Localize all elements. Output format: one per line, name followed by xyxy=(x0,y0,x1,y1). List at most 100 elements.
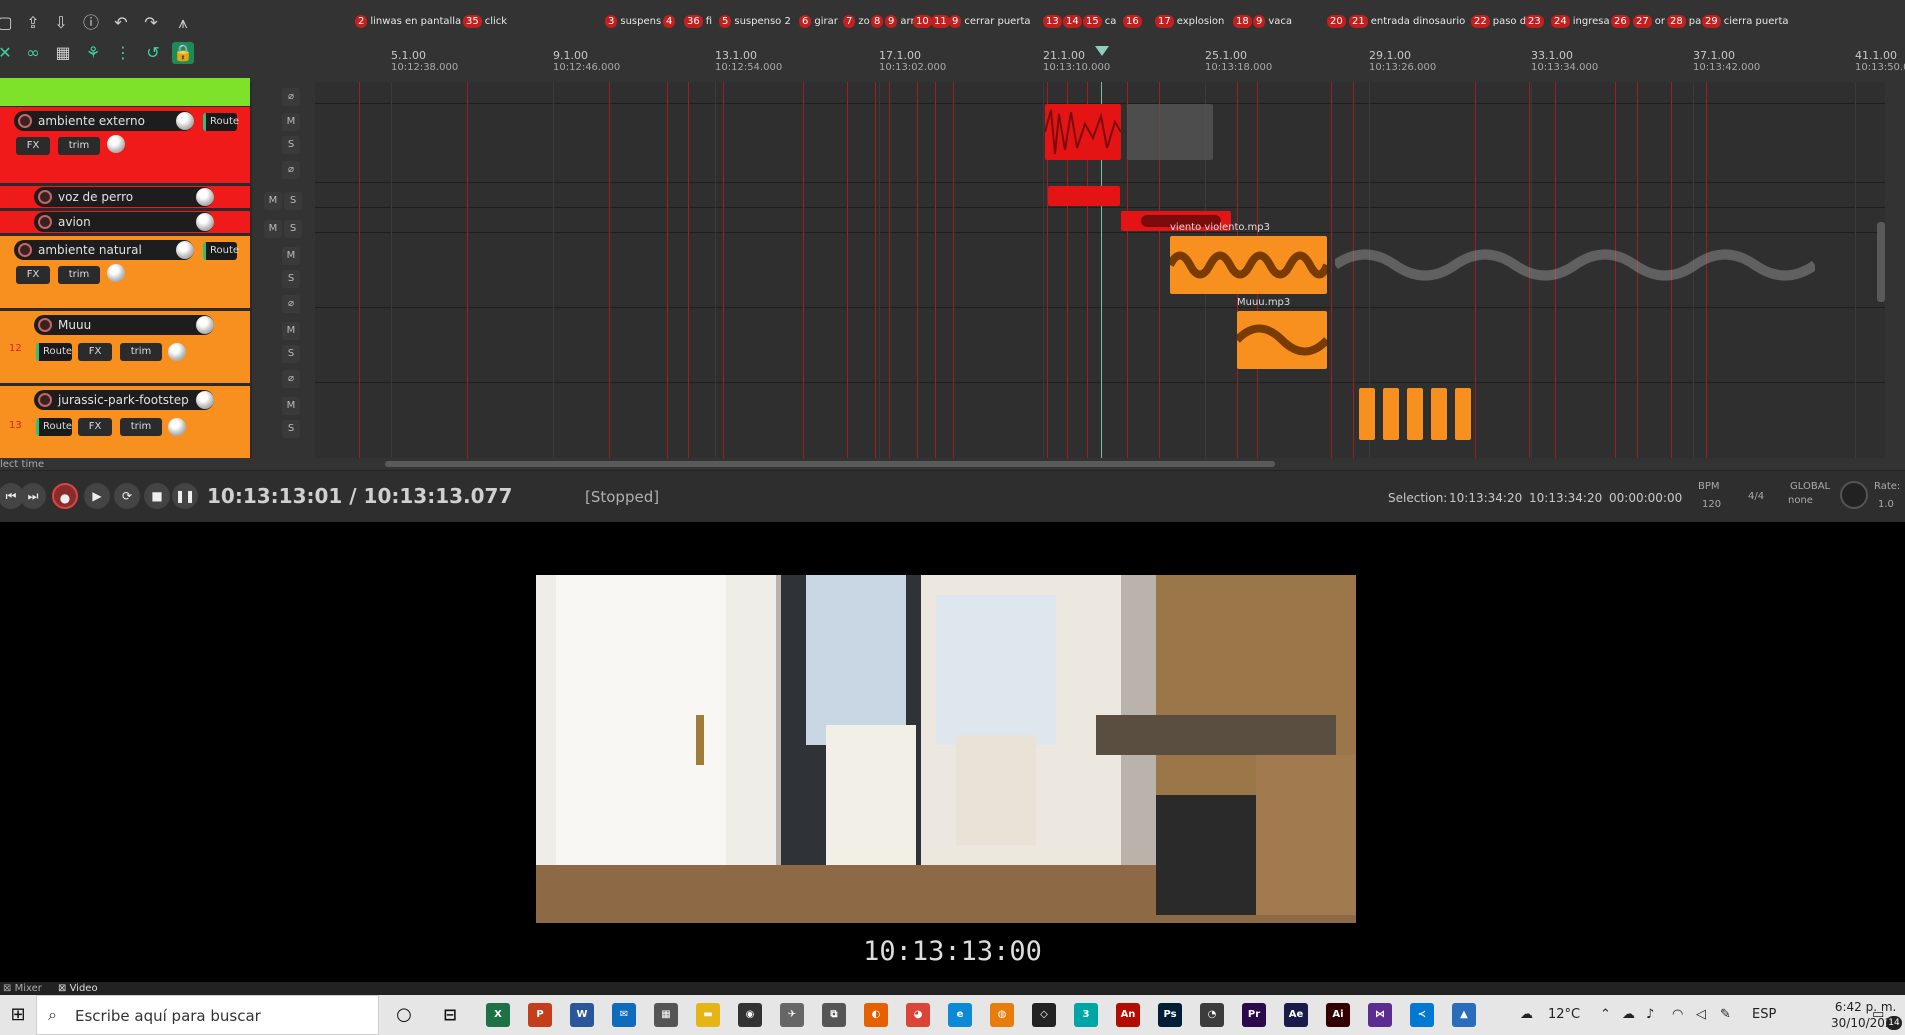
route-button[interactable]: Route xyxy=(203,242,239,260)
photoshop-icon[interactable]: Ps xyxy=(1158,1003,1182,1027)
blender-icon[interactable]: ◍ xyxy=(990,1003,1014,1027)
notifications-icon[interactable]: ▭ xyxy=(1872,995,1884,1035)
horizontal-scrollbar[interactable] xyxy=(315,458,1895,470)
save-icon[interactable]: ⇩ xyxy=(50,12,72,34)
marker[interactable]: 29 cierra puerta xyxy=(1702,14,1789,30)
fx-button[interactable]: FX xyxy=(16,137,50,155)
pen-icon[interactable]: ✎ xyxy=(1720,995,1731,1035)
group-icon[interactable]: ⚘ xyxy=(82,42,104,64)
time-signature[interactable]: 4/4 xyxy=(1748,491,1764,502)
grid-icon[interactable]: ▦ xyxy=(52,42,74,64)
onedrive-icon[interactable]: ☁ xyxy=(1622,995,1635,1035)
import-icon[interactable]: ⇪ xyxy=(22,12,44,34)
marker[interactable]: 5 suspenso 2 xyxy=(719,14,791,30)
marker[interactable]: 26 xyxy=(1611,14,1633,30)
record-arm-icon[interactable] xyxy=(38,393,52,407)
route-button[interactable]: Route xyxy=(203,113,239,131)
audio-item[interactable] xyxy=(1359,388,1375,440)
edge-icon[interactable]: e xyxy=(948,1003,972,1027)
marker[interactable]: 14 xyxy=(1063,14,1085,30)
wifi-icon[interactable]: ◠ xyxy=(1672,995,1683,1035)
record-button[interactable]: ● xyxy=(52,483,78,509)
audio-item[interactable] xyxy=(1045,104,1121,160)
mute-button[interactable]: M xyxy=(264,192,282,210)
pause-button[interactable]: ❚❚ xyxy=(172,483,198,509)
marker[interactable]: 36 fi xyxy=(684,14,712,30)
tray-chevron-icon[interactable]: ⌃ xyxy=(1600,995,1611,1035)
pan-knob[interactable] xyxy=(168,343,186,361)
marker[interactable]: 15 ca xyxy=(1083,14,1116,30)
marker[interactable]: 9 arr xyxy=(885,14,915,30)
solo-button[interactable]: S xyxy=(282,345,300,363)
track-muuu[interactable]: 12 Muuu Route FX trim xyxy=(0,311,250,383)
cortana-icon[interactable]: ○ xyxy=(392,1003,416,1027)
track-green[interactable] xyxy=(0,78,250,106)
mail-icon[interactable]: ✉ xyxy=(612,1003,636,1027)
time-display[interactable]: 10:13:13:01 / 10:13:13.077 xyxy=(207,484,512,508)
track-jurassic-park-footstep[interactable]: 13 jurassic-park-footstep Route FX trim xyxy=(0,386,250,458)
record-arm-icon[interactable] xyxy=(38,190,52,204)
record-arm-icon[interactable] xyxy=(38,318,52,332)
marker[interactable]: 27 or xyxy=(1633,14,1665,30)
bpm-value[interactable]: 120 xyxy=(1702,499,1721,510)
record-arm-icon[interactable] xyxy=(38,215,52,229)
phase-icon[interactable]: ⌀ xyxy=(282,161,300,179)
marker[interactable]: 4 xyxy=(663,14,678,30)
track-voz-de-perro[interactable]: 9 voz de perro xyxy=(0,186,250,208)
info-icon[interactable]: ⓘ xyxy=(80,12,102,34)
redo-icon[interactable]: ↷ xyxy=(140,12,162,34)
volume-knob[interactable] xyxy=(196,188,214,206)
track-name[interactable]: jurassic-park-footstep xyxy=(34,390,214,410)
mic-icon[interactable]: ♪ xyxy=(1646,995,1654,1035)
weather-icon[interactable]: ☁ xyxy=(1520,995,1533,1035)
stop-button[interactable]: ■ xyxy=(144,483,170,509)
route-button[interactable]: Route xyxy=(36,343,72,361)
selection-end[interactable]: 10:13:34:20 xyxy=(1529,491,1602,505)
ripple-icon[interactable]: ✕ xyxy=(0,42,16,64)
loop-button[interactable]: ⟳ xyxy=(114,483,140,509)
metronome-icon[interactable]: ⩚ xyxy=(172,12,194,34)
trim-button[interactable]: trim xyxy=(58,266,100,284)
link-icon[interactable]: ∞ xyxy=(22,42,44,64)
solo-button[interactable]: S xyxy=(282,270,300,288)
rate-knob[interactable] xyxy=(1840,481,1868,509)
marker[interactable]: 18 xyxy=(1233,14,1255,30)
premiere-icon[interactable]: Pr xyxy=(1242,1003,1266,1027)
marker[interactable]: 6 girar xyxy=(799,14,838,30)
solo-button[interactable]: S xyxy=(284,220,302,238)
solo-button[interactable]: S xyxy=(282,136,300,154)
mute-button[interactable]: M xyxy=(282,397,300,415)
volume-knob[interactable] xyxy=(176,112,194,130)
loop-icon[interactable]: ↺ xyxy=(142,42,164,64)
rate-value[interactable]: 1.0 xyxy=(1878,499,1894,510)
fx-button[interactable]: FX xyxy=(78,343,112,361)
task-view-icon[interactable]: ⊟ xyxy=(438,1003,462,1027)
record-arm-icon[interactable] xyxy=(18,114,32,128)
mute-button[interactable]: M xyxy=(282,113,300,131)
track-name[interactable]: voz de perro xyxy=(34,187,214,207)
audio-item[interactable] xyxy=(1127,104,1213,160)
phase-icon[interactable]: ⌀ xyxy=(282,370,300,388)
photos-icon[interactable]: ▲ xyxy=(1452,1003,1476,1027)
marker[interactable]: 22 paso d xyxy=(1471,14,1526,30)
undo-icon[interactable]: ↶ xyxy=(110,12,132,34)
explorer-icon[interactable]: ▬ xyxy=(696,1003,720,1027)
track-ambiente-externo[interactable]: ambiente externo Route FX trim xyxy=(0,107,250,183)
marker[interactable]: 24 ingresa xyxy=(1551,14,1610,30)
audio-item-viento[interactable]: viento violento.mp3 xyxy=(1170,222,1327,294)
store-icon[interactable]: ▦ xyxy=(654,1003,678,1027)
marker[interactable]: 7 zo xyxy=(843,14,870,30)
powerpoint-icon[interactable]: P xyxy=(528,1003,552,1027)
route-button[interactable]: Route xyxy=(36,418,72,436)
track-lanes[interactable]: viento violento.mp3 Muuu.mp3 xyxy=(315,82,1885,458)
3d-icon[interactable]: 3 xyxy=(1074,1003,1098,1027)
play-button[interactable]: ▶ xyxy=(84,483,110,509)
marker[interactable]: 21 entrada dinosaurio xyxy=(1349,14,1465,30)
language-indicator[interactable]: ESP xyxy=(1752,995,1776,1035)
pan-knob[interactable] xyxy=(168,418,186,436)
lock-icon[interactable]: 🔒 xyxy=(172,42,194,64)
solo-button[interactable]: S xyxy=(284,192,302,210)
playhead-marker[interactable] xyxy=(1095,46,1109,56)
phase-icon[interactable]: ⌀ xyxy=(282,295,300,313)
fx-button[interactable]: FX xyxy=(78,418,112,436)
